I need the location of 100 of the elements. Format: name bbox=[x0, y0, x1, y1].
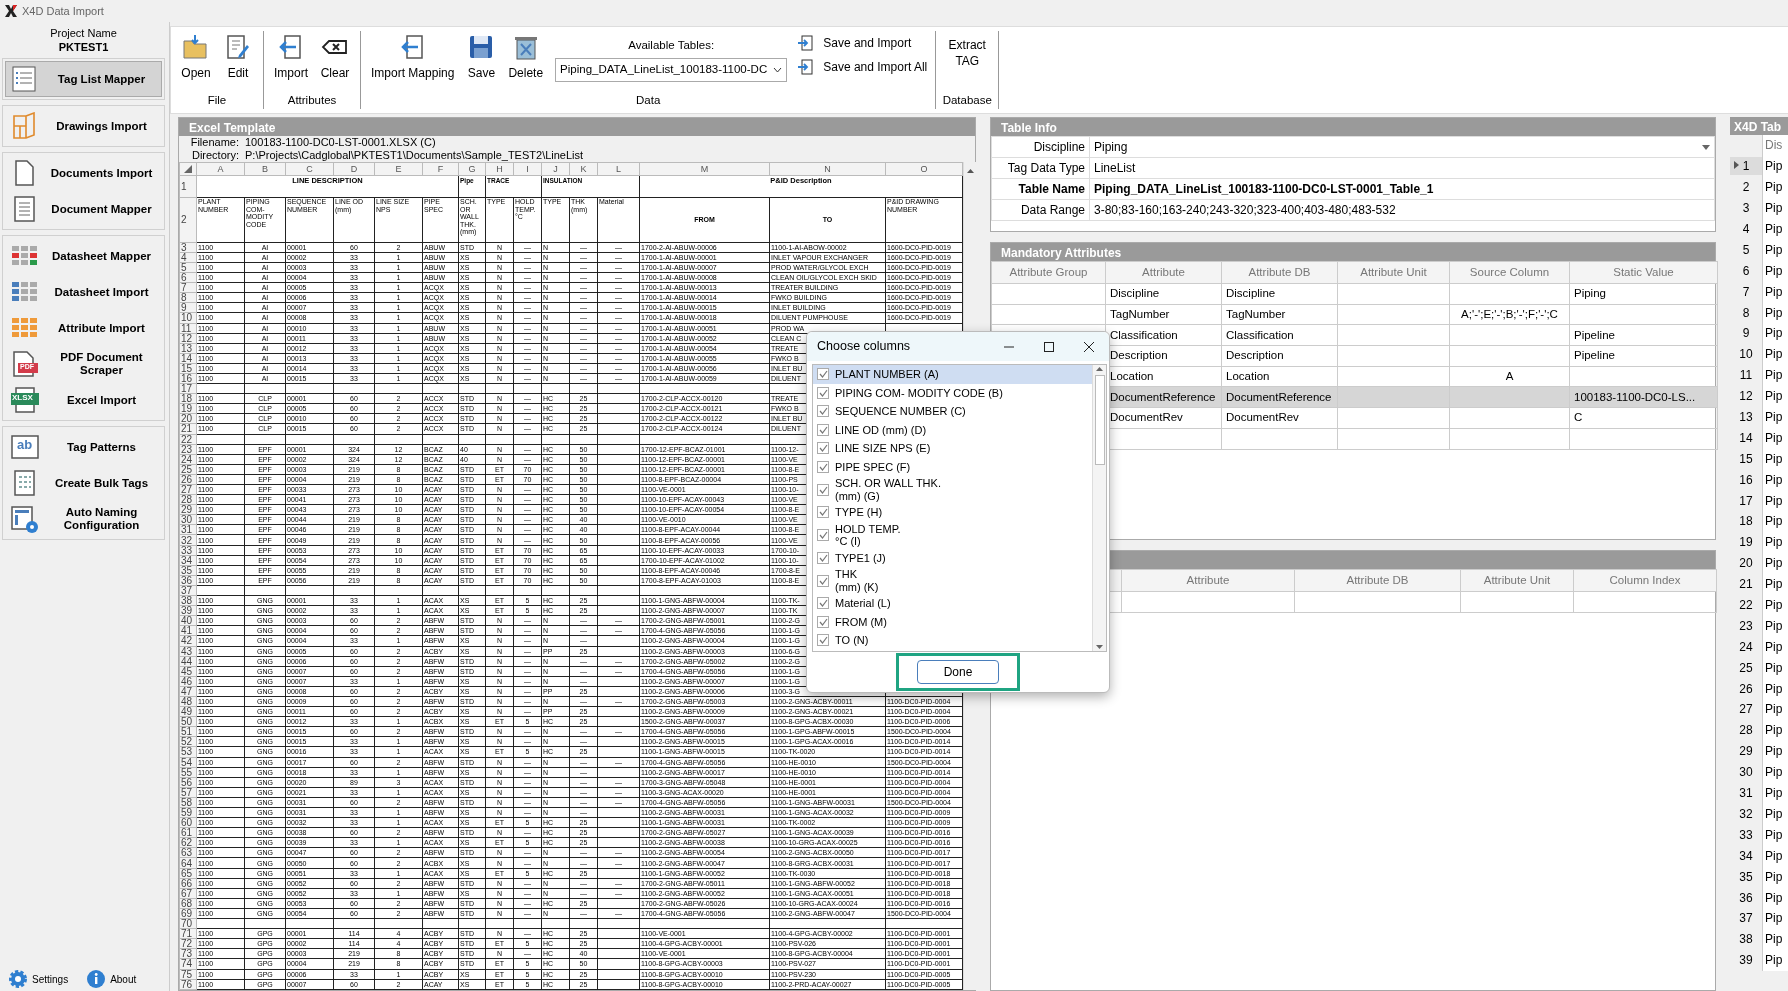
table-row[interactable]: 24 Pip bbox=[1730, 636, 1788, 658]
row-number: 13 bbox=[179, 343, 197, 354]
table-row[interactable]: 8 Pip bbox=[1730, 302, 1788, 323]
table-row[interactable]: 22 Pip bbox=[1730, 594, 1788, 616]
table-cell-text: Pip bbox=[1765, 722, 1783, 740]
table-row[interactable]: 28 Pip bbox=[1730, 719, 1788, 741]
table-row[interactable]: 26 Pip bbox=[1730, 678, 1788, 700]
table-row[interactable]: 38 Pip bbox=[1730, 928, 1788, 950]
checkbox[interactable] bbox=[817, 442, 829, 455]
done-button[interactable]: Done bbox=[916, 660, 1000, 684]
table-row[interactable]: 13 Pip bbox=[1730, 406, 1788, 428]
table-row[interactable]: 36 Pip bbox=[1730, 887, 1788, 908]
row-number: 13 bbox=[1739, 410, 1753, 424]
table-row[interactable]: 7 Pip bbox=[1730, 281, 1788, 303]
list-item[interactable]: PLANT NUMBER (A) bbox=[813, 365, 1092, 384]
row-number: 17 bbox=[179, 383, 197, 394]
table-row[interactable]: 9 Pip bbox=[1730, 323, 1788, 344]
table-row[interactable]: 12 Pip bbox=[1730, 385, 1788, 407]
checkbox[interactable] bbox=[817, 574, 829, 587]
table-cell-text: Pip bbox=[1765, 680, 1783, 698]
sidebar-item[interactable]: ab Tag Patterns bbox=[5, 429, 162, 465]
table-row[interactable]: 10 Pip bbox=[1730, 343, 1788, 365]
checkbox[interactable] bbox=[817, 483, 829, 496]
column-header: Static Value bbox=[1569, 261, 1718, 284]
table-row[interactable]: 21 Pip bbox=[1730, 573, 1788, 595]
table-row[interactable]: 23 Pip bbox=[1730, 615, 1788, 637]
row-number: 29 bbox=[1739, 744, 1753, 759]
table-row[interactable]: 16 Pip bbox=[1730, 469, 1788, 491]
panel-title: Excel Template bbox=[179, 118, 975, 136]
table-row[interactable]: 37 Pip bbox=[1730, 907, 1788, 929]
table-row[interactable]: 29 Pip bbox=[1730, 740, 1788, 762]
table-row[interactable]: Discipline Discipline Piping bbox=[991, 283, 1718, 305]
table-row[interactable]: 2 Pip bbox=[1730, 176, 1788, 198]
checkbox[interactable] bbox=[817, 423, 829, 436]
toolbar-button[interactable]: Open bbox=[177, 31, 215, 84]
table-row[interactable]: TagNumber TagNumber A;'-';E;'-';B;'-';F;'-';C bbox=[991, 304, 1718, 325]
row-number: 58 bbox=[179, 797, 197, 808]
table-row[interactable]: 39 Pip bbox=[1730, 949, 1788, 971]
toolbar-button[interactable]: Import bbox=[270, 31, 312, 84]
table-row[interactable]: 15 Pip bbox=[1730, 448, 1788, 470]
table-cell: Discipline bbox=[1105, 283, 1222, 305]
toolbar-button[interactable]: Save and Import All bbox=[795, 57, 930, 77]
sidebar-item[interactable]: Documents Import bbox=[5, 155, 162, 191]
table-row[interactable]: 14 Pip bbox=[1730, 427, 1788, 449]
checkbox[interactable] bbox=[817, 634, 829, 647]
sidebar-item[interactable]: Auto Naming Configuration bbox=[5, 501, 162, 537]
table-row[interactable]: 6 Pip bbox=[1730, 260, 1788, 282]
checkbox[interactable] bbox=[817, 615, 829, 628]
checkbox[interactable] bbox=[817, 597, 829, 610]
table-row[interactable]: 5 Pip bbox=[1730, 239, 1788, 261]
table-cell-text: Pip bbox=[1765, 847, 1783, 865]
checkbox[interactable] bbox=[817, 529, 829, 541]
toolbar-button[interactable]: Clear bbox=[316, 31, 354, 84]
toolbar-button[interactable]: Extract TAG bbox=[942, 31, 993, 70]
table-row[interactable]: 18 Pip bbox=[1730, 511, 1788, 532]
table-row[interactable]: 32 Pip bbox=[1730, 803, 1788, 825]
sidebar-item[interactable]: Tag List Mapper bbox=[5, 61, 162, 97]
table-row[interactable]: 33 Pip bbox=[1730, 824, 1788, 846]
checkbox[interactable] bbox=[817, 405, 829, 418]
check-icon bbox=[818, 508, 828, 517]
sidebar-item[interactable]: Create Bulk Tags bbox=[5, 465, 162, 501]
table-row[interactable]: 30 Pip bbox=[1730, 761, 1788, 783]
table-dropdown[interactable]: Piping_DATA_LineList_100183-1100-DC bbox=[555, 58, 788, 82]
table-row[interactable]: 31 Pip bbox=[1730, 782, 1788, 804]
table-row[interactable]: 17 Pip bbox=[1730, 490, 1788, 512]
table-row[interactable]: 4 Pip bbox=[1730, 218, 1788, 240]
toolbar-button[interactable]: Edit bbox=[219, 31, 257, 84]
row-number: 22 bbox=[1739, 598, 1753, 613]
table-cell-text: Pip bbox=[1765, 701, 1783, 719]
table-cell-text: Pip bbox=[1765, 889, 1783, 907]
sidebar-item[interactable]: Attribute Import bbox=[5, 310, 162, 346]
sidebar-item[interactable]: XLSX Excel Import bbox=[5, 382, 162, 418]
row-number: 34 bbox=[179, 555, 197, 566]
sidebar-item[interactable]: Document Mapper bbox=[5, 191, 162, 227]
toolbar-button[interactable]: Import Mapping bbox=[367, 31, 459, 84]
footer-button[interactable]: About bbox=[86, 969, 137, 989]
checkbox[interactable] bbox=[817, 460, 829, 473]
table-row[interactable]: 27 Pip bbox=[1730, 699, 1788, 720]
scroll-thumb[interactable] bbox=[1094, 375, 1105, 465]
table-row[interactable]: 35 Pip bbox=[1730, 866, 1788, 888]
table-row[interactable]: 19 Pip bbox=[1730, 531, 1788, 553]
toolbar-button[interactable]: Save and Import bbox=[795, 33, 930, 53]
checkbox[interactable] bbox=[817, 506, 829, 519]
row-number: 39 bbox=[1739, 953, 1753, 968]
sidebar-item[interactable]: Datasheet Mapper bbox=[5, 238, 162, 274]
table-cell: Discipline bbox=[1221, 283, 1338, 305]
sidebar-item[interactable]: Datasheet Import bbox=[5, 274, 162, 310]
toolbar-button[interactable]: Save bbox=[462, 31, 501, 84]
table-row[interactable]: 25 Pip bbox=[1730, 657, 1788, 679]
table-row[interactable]: 11 Pip bbox=[1730, 364, 1788, 386]
checkbox[interactable] bbox=[817, 386, 829, 399]
checkbox[interactable] bbox=[817, 551, 829, 564]
footer-button[interactable]: Settings bbox=[8, 969, 69, 989]
row-number: 9 bbox=[1742, 326, 1750, 341]
table-row[interactable]: 34 Pip bbox=[1730, 845, 1788, 867]
table-row[interactable]: 3 Pip bbox=[1730, 197, 1788, 219]
table-row[interactable]: 1 Pip bbox=[1730, 155, 1788, 177]
table-row[interactable]: 20 Pip bbox=[1730, 552, 1788, 574]
toolbar-button[interactable]: Delete bbox=[504, 31, 548, 84]
checkbox[interactable] bbox=[817, 368, 829, 381]
